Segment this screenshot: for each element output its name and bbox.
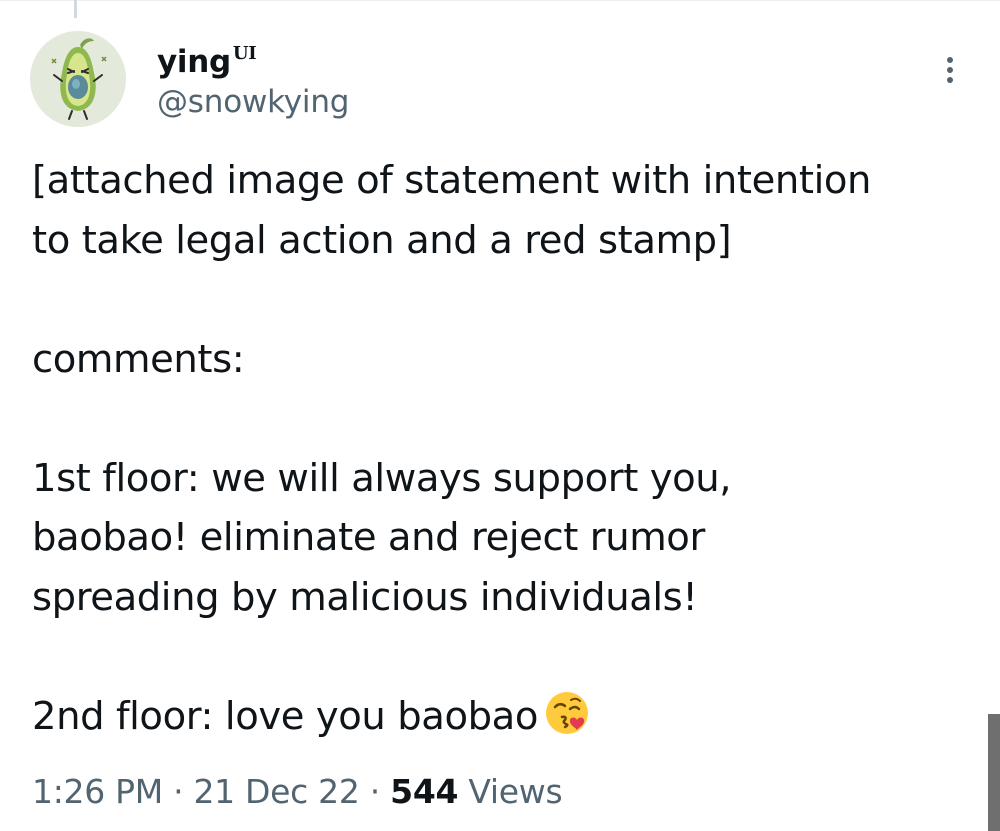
display-name-text: ying xyxy=(157,44,231,80)
face-blowing-kiss-emoji-icon xyxy=(544,690,590,736)
user-handle[interactable]: @snowkying xyxy=(157,82,349,122)
meta-separator: · xyxy=(162,772,194,811)
tweet-date[interactable]: 21 Dec 22 xyxy=(193,772,359,811)
meta-separator: · xyxy=(359,772,391,811)
scrollbar-thumb[interactable] xyxy=(988,714,1000,831)
more-options-button[interactable] xyxy=(930,50,970,90)
tweet-meta: 1:26 PM · 21 Dec 22 · 544 Views xyxy=(32,771,563,813)
display-name[interactable]: ying UI xyxy=(157,34,257,82)
thread-connector-line xyxy=(74,0,77,18)
tweet-paragraph: comments: xyxy=(32,336,245,382)
tweet-time[interactable]: 1:26 PM xyxy=(32,772,163,811)
name-badge: UI xyxy=(232,43,257,64)
tweet-paragraph: 1st floor: we will always support you, b… xyxy=(32,455,732,620)
tweet-paragraph: 2nd floor: love you baobao xyxy=(32,693,539,739)
views-label: Views xyxy=(468,772,563,811)
avocado-avatar-icon xyxy=(30,31,126,127)
tweet-paragraph-last: 2nd floor: love you baobao xyxy=(32,687,982,747)
tweet-text: [attached image of statement with intent… xyxy=(32,151,982,746)
tweet-paragraph: [attached image of statement with intent… xyxy=(32,158,872,263)
top-divider xyxy=(0,0,1000,1)
views-count: 544 xyxy=(390,772,459,811)
avatar[interactable] xyxy=(30,31,126,127)
